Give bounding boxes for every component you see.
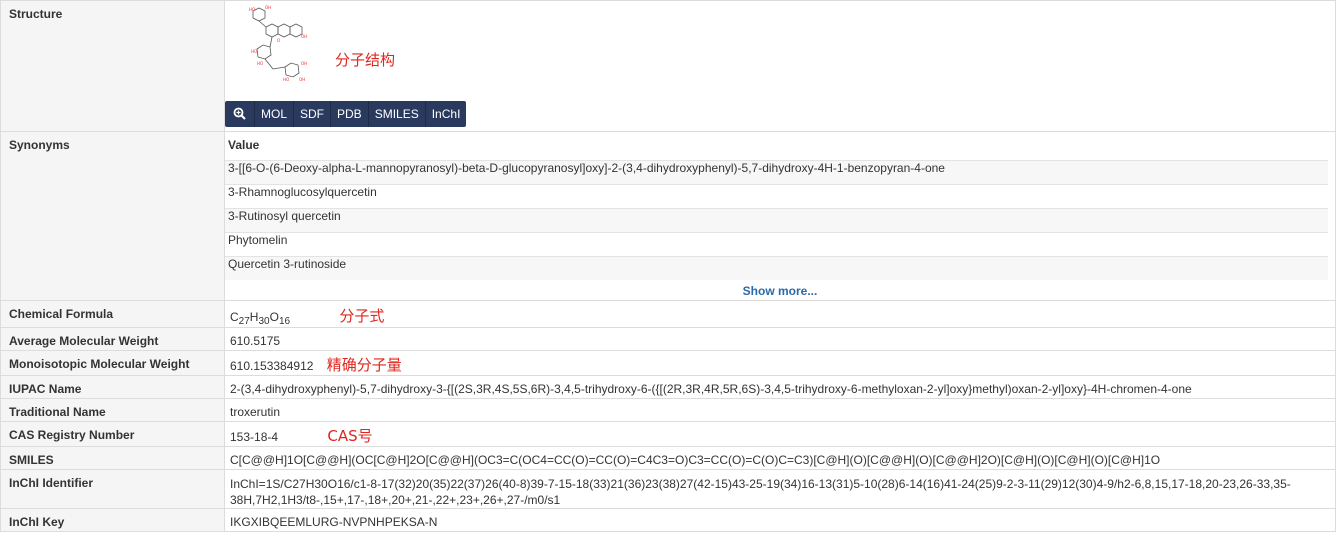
formula-element: C — [230, 310, 239, 324]
svg-text:HO: HO — [257, 61, 263, 66]
mol-button[interactable]: MOL — [254, 101, 293, 127]
structure-cell: HO OH O OH HO HO HO OH OH 分子结构 MOL SDF P… — [224, 0, 1336, 132]
svg-text:OH: OH — [301, 34, 307, 39]
cas-value: 153-18-4 — [230, 430, 279, 444]
svg-text:OH: OH — [265, 5, 271, 10]
mono-mw-annotation: 精确分子量 — [326, 356, 402, 374]
row-inchi: InChI Identifier InChI=1S/C27H30O16/c1-8… — [0, 469, 1336, 509]
label-average-mw: Average Molecular Weight — [0, 327, 225, 351]
row-cas: CAS Registry Number 153-18-4 CAS号 — [0, 421, 1336, 447]
inchi-value-line2: 38H,7H2,1H3/t8-,15+,17-,18+,20+,21-,22+,… — [230, 493, 561, 507]
show-more-link[interactable]: Show more... — [225, 280, 1335, 300]
traditional-value: troxerutin — [224, 398, 1336, 422]
formula-annotation: 分子式 — [339, 307, 385, 325]
label-cas: CAS Registry Number — [0, 421, 225, 447]
label-mono-mw: Monoisotopic Molecular Weight — [0, 350, 225, 376]
molecule-structure-image: HO OH O OH HO HO HO OH OH — [249, 5, 307, 82]
label-synonyms: Synonyms — [0, 131, 225, 301]
formula-value: C27H30O16 分子式 — [224, 300, 1336, 328]
sdf-button[interactable]: SDF — [293, 101, 330, 127]
row-average-mw: Average Molecular Weight 610.5175 — [0, 327, 1336, 351]
label-iupac: IUPAC Name — [0, 375, 225, 399]
row-structure: Structure HO OH O OH HO HO HO OH OH 分子结构… — [0, 0, 1336, 132]
iupac-value: 2-(3,4-dihydroxyphenyl)-5,7-dihydroxy-3-… — [224, 375, 1336, 399]
synonym-item: Phytomelin — [224, 232, 1328, 257]
row-smiles: SMILES C[C@@H]1O[C@@H](OC[C@H]2O[C@@H](O… — [0, 446, 1336, 470]
formula-count: 16 — [278, 316, 291, 327]
inchi-cell: InChI=1S/C27H30O16/c1-8-17(32)20(35)22(3… — [224, 469, 1336, 509]
label-chemical-formula: Chemical Formula — [0, 300, 225, 328]
label-inchikey: InChI Key — [0, 508, 225, 532]
synonyms-table: Value 3-[[6-O-(6-Deoxy-alpha-L-mannopyra… — [224, 138, 1328, 280]
cas-cell: 153-18-4 CAS号 — [224, 421, 1336, 447]
svg-text:OH: OH — [299, 77, 305, 82]
synonyms-cell: Value 3-[[6-O-(6-Deoxy-alpha-L-mannopyra… — [224, 131, 1336, 301]
synonym-item: 3-Rutinosyl quercetin — [224, 208, 1328, 233]
row-traditional: Traditional Name troxerutin — [0, 398, 1336, 422]
svg-text:HO: HO — [251, 49, 257, 54]
zoom-button[interactable] — [225, 101, 254, 127]
svg-text:O: O — [277, 38, 280, 43]
svg-text:OH: OH — [301, 61, 307, 66]
pdb-button[interactable]: PDB — [330, 101, 368, 127]
row-synonyms: Synonyms Value 3-[[6-O-(6-Deoxy-alpha-L-… — [0, 131, 1336, 301]
row-inchikey: InChI Key IKGXIBQEEMLURG-NVPNHPEKSA-N — [0, 508, 1336, 532]
magnifier-plus-icon — [233, 107, 246, 120]
download-button-bar: MOL SDF PDB SMILES InChI — [225, 101, 467, 127]
formula-count: 27 — [238, 316, 250, 327]
synonym-item: 3-[[6-O-(6-Deoxy-alpha-L-mannopyranosyl)… — [224, 160, 1328, 185]
synonym-item: Quercetin 3-rutinoside — [224, 256, 1328, 280]
row-iupac: IUPAC Name 2-(3,4-dihydroxyphenyl)-5,7-d… — [0, 375, 1336, 399]
smiles-button[interactable]: SMILES — [367, 101, 425, 127]
label-inchi: InChI Identifier — [0, 469, 225, 509]
synonyms-header: Value — [228, 138, 260, 152]
cas-annotation: CAS号 — [327, 427, 373, 445]
row-mono-mw: Monoisotopic Molecular Weight 610.153384… — [0, 350, 1336, 376]
mono-mw-cell: 610.153384912 精确分子量 — [224, 350, 1336, 376]
average-mw-value: 610.5175 — [224, 327, 1336, 351]
label-smiles: SMILES — [0, 446, 225, 470]
smiles-value: C[C@@H]1O[C@@H](OC[C@H]2O[C@@H](OC3=C(OC… — [224, 446, 1336, 470]
label-traditional: Traditional Name — [0, 398, 225, 422]
row-formula: Chemical Formula C27H30O16 分子式 — [0, 300, 1336, 328]
formula-count: 30 — [258, 316, 270, 327]
inchikey-value: IKGXIBQEEMLURG-NVPNHPEKSA-N — [224, 508, 1336, 532]
synonym-item: 3-Rhamnoglucosylquercetin — [224, 184, 1328, 209]
svg-text:HO: HO — [249, 7, 255, 12]
structure-annotation: 分子结构 — [335, 51, 396, 69]
label-structure: Structure — [0, 0, 225, 132]
inchi-value-line1: InChI=1S/C27H30O16/c1-8-17(32)20(35)22(3… — [230, 477, 1291, 491]
inchi-button[interactable]: InChI — [424, 101, 467, 127]
svg-text:HO: HO — [283, 77, 289, 82]
mono-mw-value: 610.153384912 — [230, 359, 314, 373]
formula-element: O — [269, 310, 279, 324]
